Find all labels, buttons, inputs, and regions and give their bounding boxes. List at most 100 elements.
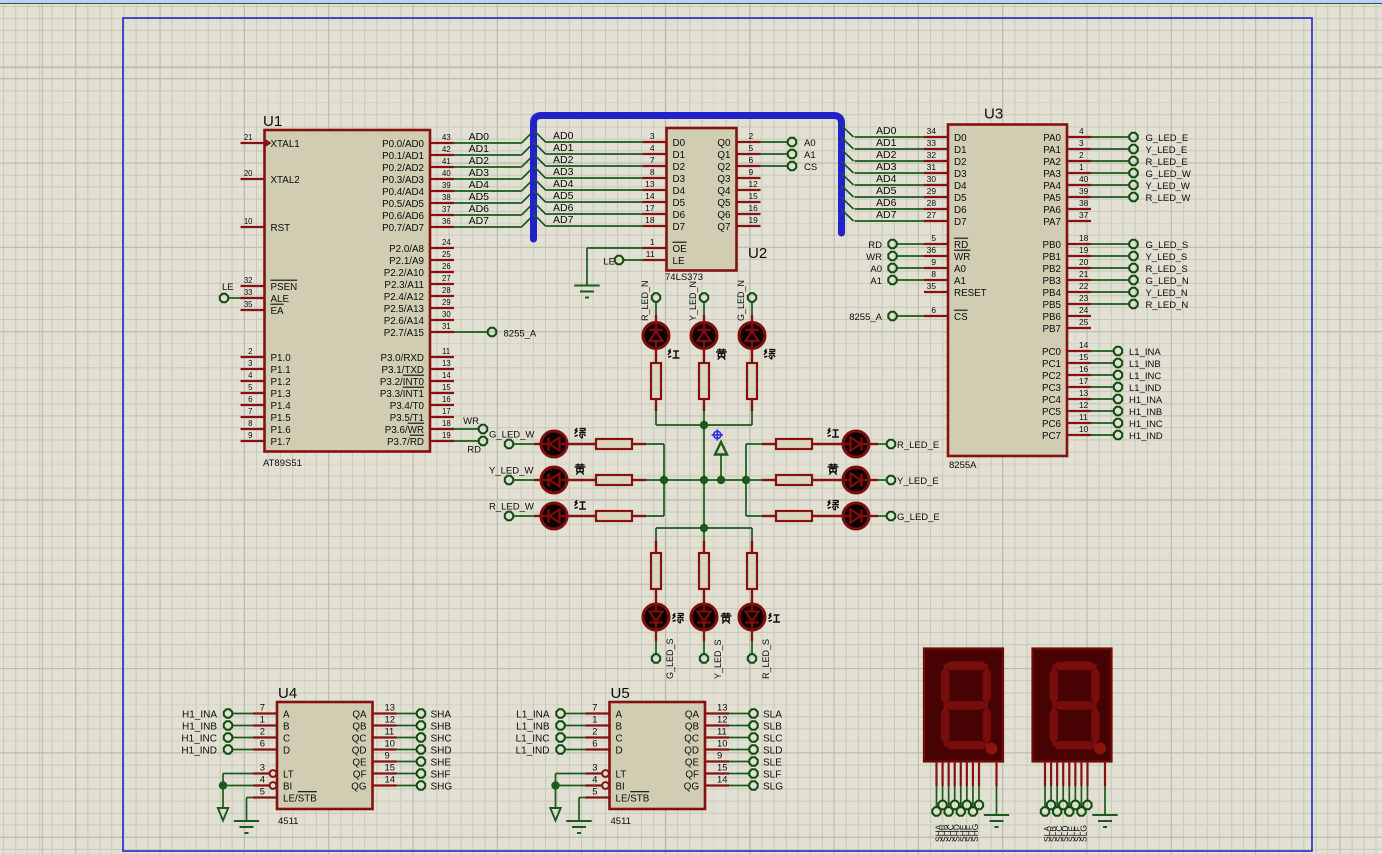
svg-text:3: 3	[1079, 138, 1084, 148]
svg-text:10: 10	[385, 737, 395, 748]
svg-text:P1.4: P1.4	[271, 401, 292, 412]
svg-text:1: 1	[260, 713, 265, 724]
svg-text:SHG: SHG	[431, 782, 453, 793]
svg-text:20: 20	[1079, 257, 1089, 267]
svg-text:P0.5/AD5: P0.5/AD5	[382, 199, 424, 210]
svg-text:8: 8	[931, 269, 936, 279]
svg-text:4: 4	[260, 773, 265, 784]
svg-text:BI: BI	[616, 782, 625, 793]
svg-text:AD1: AD1	[553, 142, 574, 154]
svg-text:36: 36	[442, 217, 451, 226]
svg-text:7: 7	[260, 701, 265, 712]
svg-text:31: 31	[927, 162, 937, 172]
svg-text:25: 25	[442, 250, 451, 259]
svg-text:P2.6/A14: P2.6/A14	[384, 316, 425, 327]
svg-text:P1.7: P1.7	[271, 437, 291, 448]
svg-text:D1: D1	[673, 150, 686, 161]
svg-text:D5: D5	[673, 198, 686, 209]
svg-text:7: 7	[592, 701, 597, 712]
svg-text:H1_IND: H1_IND	[1129, 431, 1163, 442]
svg-text:AD6: AD6	[469, 203, 490, 215]
svg-text:QB: QB	[352, 722, 367, 733]
svg-text:QC: QC	[352, 734, 367, 745]
svg-text:15: 15	[385, 761, 395, 772]
svg-text:18: 18	[1079, 233, 1089, 243]
svg-text:14: 14	[1079, 340, 1089, 350]
svg-text:4: 4	[650, 143, 655, 153]
svg-text:L1_IND: L1_IND	[1129, 383, 1161, 394]
svg-text:4511: 4511	[278, 816, 298, 827]
svg-text:D1: D1	[954, 145, 967, 156]
svg-text:11: 11	[1079, 412, 1088, 422]
svg-text:RST: RST	[271, 223, 291, 234]
svg-text:1: 1	[1079, 162, 1084, 172]
svg-text:QA: QA	[352, 710, 367, 721]
svg-text:D4: D4	[673, 186, 686, 197]
svg-text:P2.1/A9: P2.1/A9	[389, 256, 424, 267]
svg-text:PC7: PC7	[1042, 431, 1061, 442]
svg-text:17: 17	[645, 203, 655, 213]
svg-text:SLG: SLG	[763, 782, 783, 793]
svg-text:WR: WR	[463, 416, 479, 427]
svg-text:Y_LED_N: Y_LED_N	[688, 281, 698, 321]
svg-text:AD3: AD3	[876, 161, 897, 173]
svg-text:C: C	[616, 734, 623, 745]
svg-text:39: 39	[442, 181, 451, 190]
svg-text:15: 15	[442, 383, 451, 392]
svg-text:RD: RD	[467, 445, 481, 456]
svg-text:D0: D0	[954, 133, 967, 144]
svg-text:D5: D5	[954, 193, 967, 204]
svg-text:1: 1	[650, 237, 655, 247]
svg-text:P3.4/T0: P3.4/T0	[390, 401, 425, 412]
svg-text:AD3: AD3	[553, 166, 574, 178]
svg-text:19: 19	[1079, 245, 1089, 255]
svg-text:AD2: AD2	[876, 149, 897, 161]
svg-text:G_LED_E: G_LED_E	[897, 512, 940, 523]
svg-text:4: 4	[248, 371, 253, 380]
svg-text:QD: QD	[352, 746, 367, 757]
svg-text:10: 10	[1079, 424, 1089, 434]
svg-text:PB3: PB3	[1042, 276, 1061, 287]
svg-text:G_LED_N: G_LED_N	[1146, 276, 1189, 287]
svg-text:PC1: PC1	[1042, 359, 1061, 370]
svg-text:PC5: PC5	[1042, 407, 1062, 418]
svg-text:AD6: AD6	[553, 202, 574, 214]
svg-text:P3.0/RXD: P3.0/RXD	[380, 353, 424, 364]
svg-text:PC3: PC3	[1042, 383, 1062, 394]
svg-text:D3: D3	[673, 174, 686, 185]
svg-text:Y_LED_S: Y_LED_S	[713, 639, 723, 679]
svg-text:H1_INC: H1_INC	[181, 734, 217, 745]
svg-text:P0.7/AD7: P0.7/AD7	[382, 223, 424, 234]
svg-text:P3.1/TXD: P3.1/TXD	[382, 365, 424, 376]
svg-text:U1: U1	[263, 113, 282, 130]
svg-text:EA: EA	[271, 306, 285, 317]
svg-text:AD5: AD5	[469, 191, 490, 203]
svg-text:18: 18	[645, 215, 655, 225]
svg-text:9: 9	[248, 431, 252, 440]
svg-text:Y_LED_N: Y_LED_N	[1146, 288, 1188, 299]
svg-text:AT89S51: AT89S51	[263, 458, 302, 469]
svg-text:P3.2/INT0: P3.2/INT0	[380, 377, 425, 388]
svg-text:PSEN: PSEN	[271, 282, 298, 293]
svg-text:AD7: AD7	[876, 209, 897, 221]
svg-text:R_LED_E: R_LED_E	[1146, 157, 1188, 168]
svg-text:R_LED_E: R_LED_E	[897, 440, 939, 451]
svg-text:SLC: SLC	[763, 734, 782, 745]
svg-text:PC6: PC6	[1042, 419, 1062, 430]
svg-text:P3.5/T1: P3.5/T1	[390, 413, 424, 424]
svg-text:G_LED_W: G_LED_W	[1146, 169, 1191, 180]
svg-text:QE: QE	[685, 758, 700, 769]
svg-text:PA5: PA5	[1043, 193, 1061, 204]
svg-text:Y_LED_W: Y_LED_W	[1146, 181, 1190, 192]
svg-text:SHG: SHG	[970, 824, 980, 842]
svg-text:D0: D0	[673, 138, 686, 149]
svg-text:12: 12	[749, 179, 759, 189]
svg-text:D3: D3	[954, 169, 967, 180]
svg-text:AD5: AD5	[876, 185, 897, 197]
svg-text:P3.6/WR: P3.6/WR	[385, 425, 424, 436]
svg-text:P1.6: P1.6	[271, 425, 292, 436]
svg-text:15: 15	[1079, 352, 1089, 362]
svg-text:L1_INA: L1_INA	[516, 710, 550, 721]
svg-text:19: 19	[749, 215, 759, 225]
svg-text:3: 3	[650, 131, 655, 141]
